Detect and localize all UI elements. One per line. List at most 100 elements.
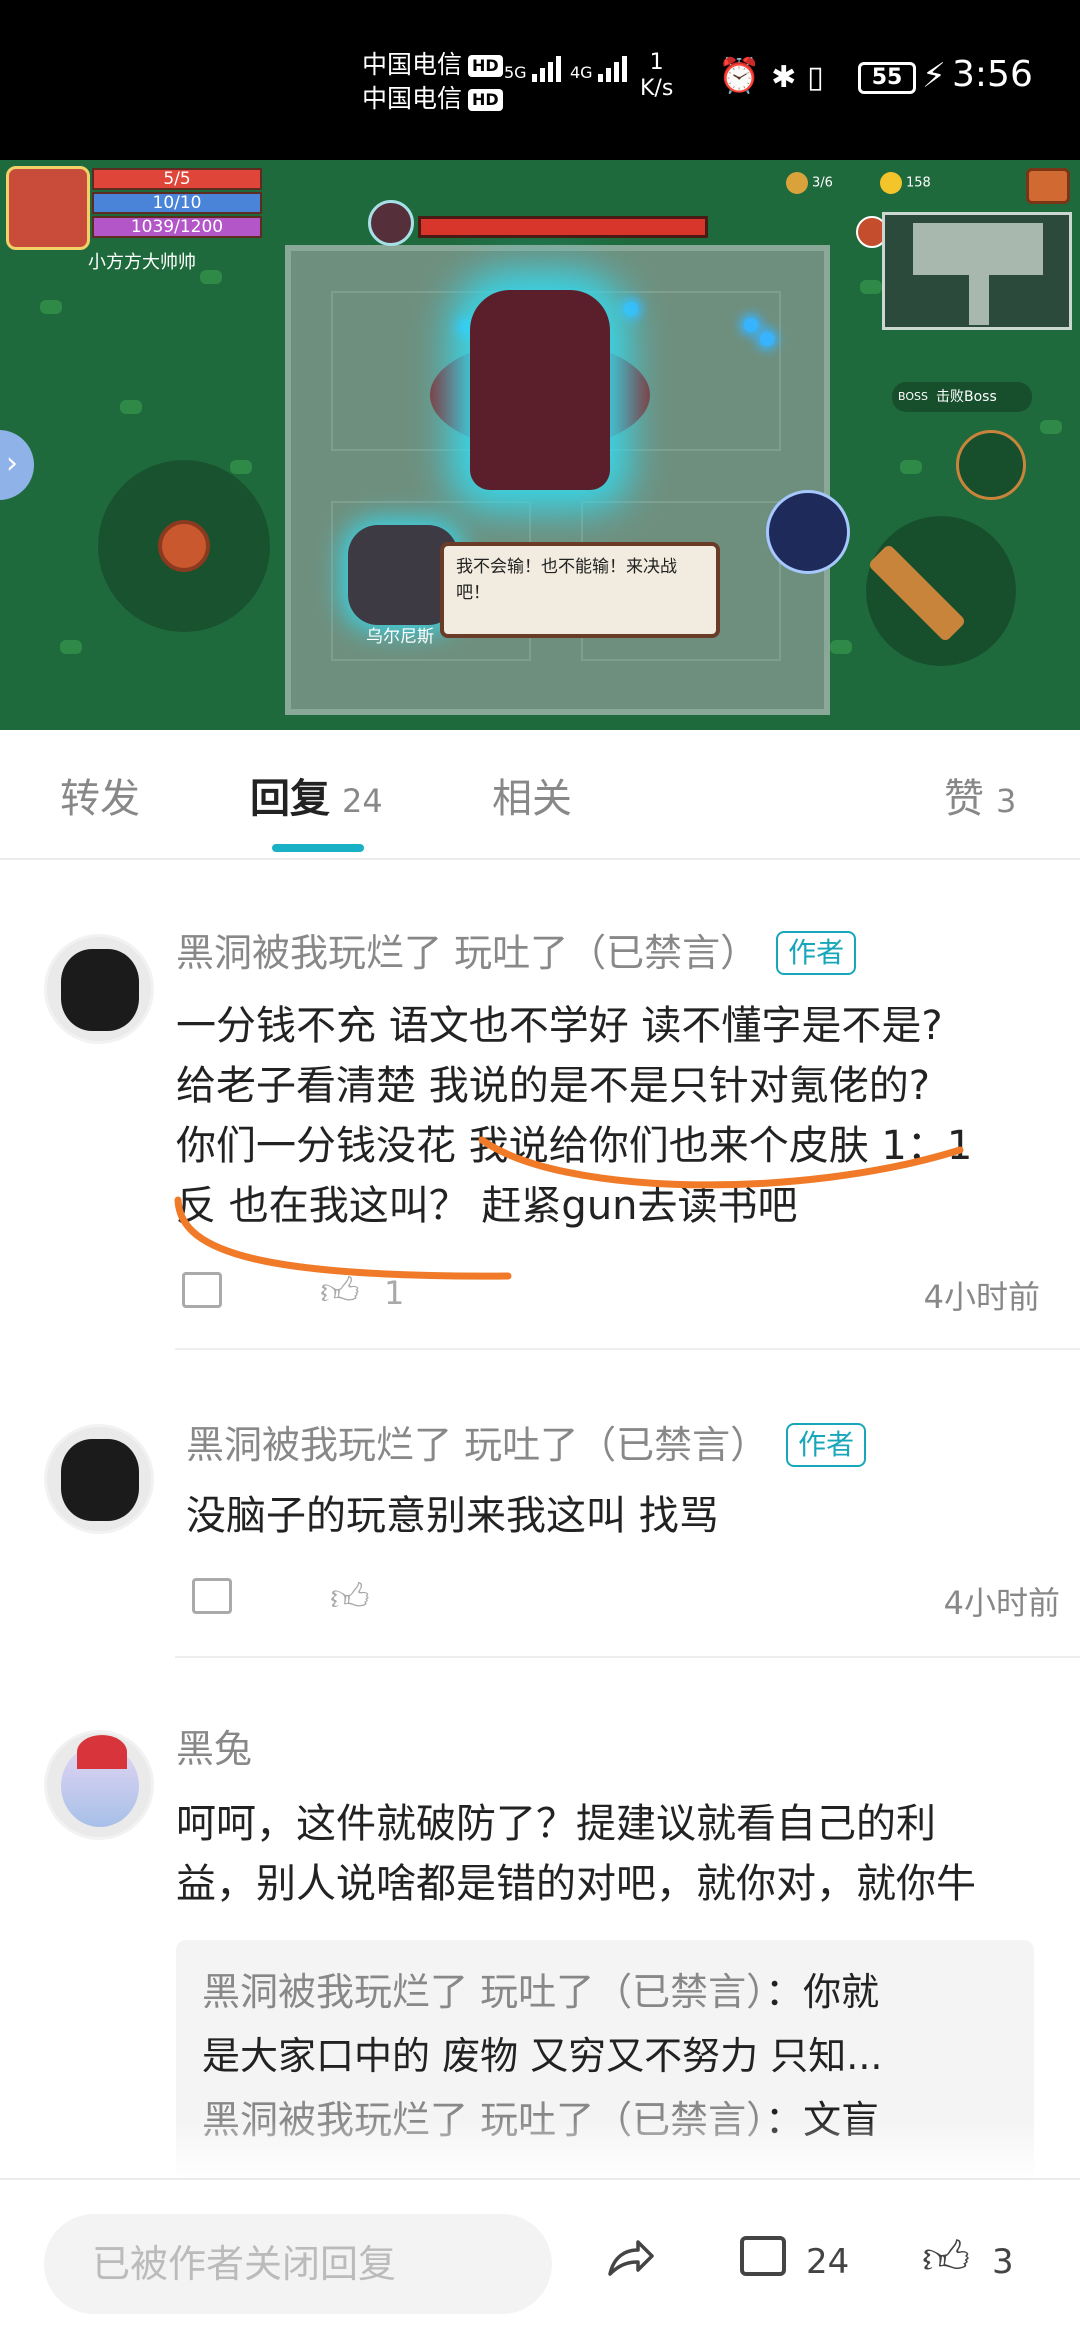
carrier-2: 中国电信 bbox=[362, 84, 463, 113]
tab-likes[interactable]: 赞3 bbox=[944, 766, 1016, 824]
weapon-swap-button[interactable] bbox=[766, 490, 850, 574]
reply-icon[interactable] bbox=[182, 1272, 222, 1308]
boss-sprite bbox=[430, 260, 650, 520]
reply-text: ：你就 bbox=[765, 1970, 880, 2014]
comment-author[interactable]: 黑兔 bbox=[176, 1718, 252, 1773]
side-drawer-handle[interactable]: › bbox=[0, 430, 34, 500]
network-5g: 5G bbox=[504, 63, 527, 82]
joystick[interactable] bbox=[98, 460, 270, 632]
joystick-knob[interactable] bbox=[158, 520, 210, 572]
tab-likes-count: 3 bbox=[996, 782, 1017, 820]
tab-replies[interactable]: 回复 24 bbox=[250, 766, 383, 824]
coin-counter: 158 bbox=[880, 172, 931, 194]
skill-button[interactable] bbox=[956, 430, 1026, 500]
tab-related[interactable]: 相关 bbox=[492, 766, 572, 824]
reply-preview-line: 黑洞被我玩烂了 玩吐了（已禁言）：你就 bbox=[202, 1960, 1008, 2024]
comment-count: 24 bbox=[806, 2242, 850, 2282]
hd-badge: HD bbox=[468, 55, 503, 77]
minimap[interactable] bbox=[882, 212, 1072, 330]
tab-related-label: 相关 bbox=[492, 776, 572, 822]
boss-head-icon bbox=[368, 200, 414, 246]
material-counter: 3/6 bbox=[786, 172, 833, 194]
comment-line: 没脑子的玩意别来我这叫 找骂 bbox=[186, 1493, 719, 1539]
like-count: 1 bbox=[384, 1274, 405, 1312]
like-icon[interactable]: 👍︎ bbox=[922, 2232, 970, 2282]
player-name: 小方方大帅帅 bbox=[88, 252, 196, 273]
reply-text: 是大家口中的 废物 又穷又不努力 只知... bbox=[202, 2034, 883, 2078]
author-name: 黑兔 bbox=[176, 1727, 253, 1771]
npc-name: 乌尔尼斯 bbox=[366, 627, 434, 647]
carrier-1: 中国电信 bbox=[362, 50, 463, 79]
speed-unit: K/s bbox=[640, 76, 674, 101]
author-name: 黑洞被我玩烂了 玩吐了（已禁言） bbox=[176, 931, 759, 975]
divider bbox=[175, 1656, 1080, 1658]
speed-value: 1 bbox=[649, 50, 664, 75]
network-speed: 1 K/s bbox=[640, 50, 673, 102]
signal-5g-icon: 5G bbox=[504, 56, 564, 82]
post-tabs: 转发 回复 24 相关 赞3 bbox=[0, 730, 1080, 860]
comment-time: 4小时前 bbox=[943, 1584, 1060, 1622]
hp-bar: 5/5 bbox=[92, 168, 262, 190]
tab-replies-label: 回复 bbox=[250, 776, 330, 822]
divider bbox=[175, 1348, 1080, 1350]
pause-button[interactable] bbox=[1026, 168, 1070, 204]
author-tag: 作者 bbox=[776, 931, 857, 975]
comment-footer: 👍︎ 4小时前 bbox=[190, 1574, 1060, 1624]
boss-health-bar bbox=[418, 216, 708, 238]
reply-preview-line: 是大家口中的 废物 又穷又不努力 只知... bbox=[202, 2024, 1008, 2088]
signal-4g-icon: 4G bbox=[570, 56, 630, 82]
comment-line: 呵呵，这件就破防了？提建议就看自己的利 bbox=[176, 1801, 936, 1847]
network-4g: 4G bbox=[570, 63, 593, 82]
comment-line: 给老子看清楚 我说的是不是只针对氪佬的? bbox=[176, 1063, 930, 1109]
like-icon[interactable]: 👍︎ bbox=[320, 1272, 360, 1310]
comment-line: 你们一分钱没花 我说给你们也来个皮肤 1：1 bbox=[176, 1123, 973, 1169]
like-icon[interactable]: 👍︎ bbox=[330, 1578, 370, 1616]
bottom-action-bar: 已被作者关闭回复 24 👍︎ 3 bbox=[0, 2178, 1080, 2340]
bluetooth-icon: ✱ bbox=[771, 60, 797, 95]
energy-bar: 1039/1200 bbox=[92, 216, 262, 238]
boss-objective: BOSS 击败Boss bbox=[892, 382, 1032, 412]
author-name: 黑洞被我玩烂了 玩吐了（已禁言） bbox=[186, 1423, 769, 1467]
comment-time: 4小时前 bbox=[923, 1278, 1040, 1316]
comment-icon[interactable] bbox=[740, 2236, 786, 2276]
comment-line: 反 也在我这叫？ 赶紧gun去读书吧 bbox=[176, 1183, 798, 1229]
alarm-icon: ⏰ bbox=[718, 56, 761, 96]
attack-button[interactable] bbox=[866, 516, 1016, 666]
comment-line: 益，别人说啥都是错的对吧，就你对，就你牛 bbox=[176, 1861, 976, 1907]
boss-objective-label: 击败Boss bbox=[936, 389, 997, 405]
coin-icon bbox=[880, 172, 902, 194]
avatar[interactable] bbox=[44, 934, 154, 1044]
boss-badge: BOSS bbox=[898, 390, 928, 403]
armor-bar: 10/10 bbox=[92, 192, 262, 214]
avatar[interactable] bbox=[44, 1424, 154, 1534]
comment-footer: 👍︎ 1 4小时前 bbox=[180, 1268, 1040, 1318]
author-tag: 作者 bbox=[786, 1423, 867, 1467]
comment-author[interactable]: 黑洞被我玩烂了 玩吐了（已禁言） 作者 bbox=[186, 1414, 867, 1469]
comment-text: 一分钱不充 语文也不学好 读不懂字是不是? 给老子看清楚 我说的是不是只针对氪佬… bbox=[176, 996, 972, 1236]
game-screenshot[interactable]: 5/5 10/10 1039/1200 小方方大帅帅 3/6 158 BOSS … bbox=[0, 160, 1080, 730]
player-avatar bbox=[6, 166, 90, 250]
reply-input-disabled[interactable]: 已被作者关闭回复 bbox=[44, 2214, 552, 2314]
fade-overlay bbox=[176, 2120, 1034, 2180]
npc-dialog: 我不会输！也不能输！来决战吧！ bbox=[440, 542, 720, 638]
comment-text: 没脑子的玩意别来我这叫 找骂 bbox=[186, 1486, 719, 1546]
status-bar: 中国电信 HD 中国电信 HD 5G 4G 1 K/s ⏰ ✱ ▯ 55 ⚡ 3:5… bbox=[0, 0, 1080, 160]
comment-line: 一分钱不充 语文也不学好 读不懂字是不是? bbox=[176, 1003, 943, 1049]
tab-replies-count: 24 bbox=[342, 782, 383, 820]
reply-author: 黑洞被我玩烂了 玩吐了（已禁言） bbox=[202, 1970, 766, 2014]
status-icons: ⏰ ✱ ▯ bbox=[718, 56, 824, 96]
coin-count: 158 bbox=[906, 175, 931, 191]
reply-icon[interactable] bbox=[192, 1578, 232, 1614]
clock: 3:56 bbox=[952, 54, 1033, 95]
comment-author[interactable]: 黑洞被我玩烂了 玩吐了（已禁言） 作者 bbox=[176, 922, 857, 977]
avatar[interactable] bbox=[44, 1730, 154, 1840]
tab-forward[interactable]: 转发 bbox=[60, 766, 140, 824]
avatar-image bbox=[61, 1439, 139, 1521]
tab-active-indicator bbox=[272, 844, 364, 852]
tab-likes-label: 赞 bbox=[944, 776, 984, 822]
avatar-image bbox=[61, 949, 139, 1031]
like-count: 3 bbox=[992, 2242, 1014, 2282]
tab-forward-label: 转发 bbox=[60, 776, 140, 822]
share-icon[interactable] bbox=[606, 2238, 656, 2278]
vibrate-icon: ▯ bbox=[807, 60, 824, 95]
